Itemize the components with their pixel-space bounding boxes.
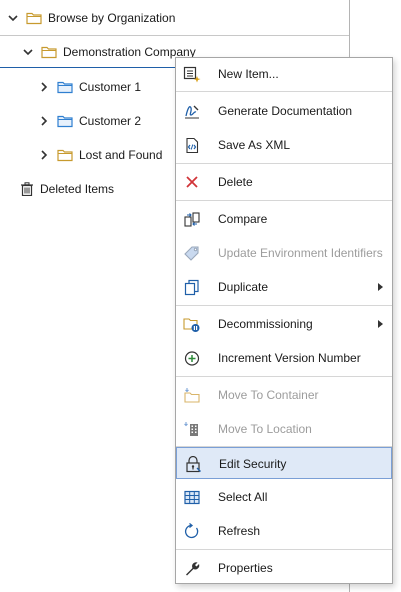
menu-item-label: New Item... bbox=[218, 67, 279, 81]
delete-x-icon bbox=[186, 176, 198, 188]
tree-node-label: Deleted Items bbox=[40, 182, 115, 196]
new-item-icon bbox=[183, 66, 201, 83]
tree-separator bbox=[0, 35, 349, 36]
menu-item-refresh[interactable]: Refresh bbox=[176, 515, 392, 547]
tree-node-deleted-items[interactable]: Deleted Items bbox=[20, 177, 114, 201]
menu-separator bbox=[176, 549, 392, 550]
chevron-right-icon[interactable] bbox=[37, 80, 51, 94]
chevron-right-icon[interactable] bbox=[37, 148, 51, 162]
tree-node-label: Browse by Organization bbox=[48, 11, 176, 25]
building-icon bbox=[184, 422, 198, 436]
compare-icon bbox=[184, 212, 200, 227]
wrench-icon bbox=[186, 562, 200, 576]
blue-folder-icon bbox=[57, 81, 73, 94]
menu-item-label: Select All bbox=[218, 490, 268, 504]
menu-separator bbox=[176, 91, 392, 92]
menu-item-label: Generate Documentation bbox=[218, 104, 353, 118]
menu-item-label: Duplicate bbox=[218, 280, 269, 294]
tree-node-customer-2[interactable]: Customer 2 bbox=[37, 109, 141, 133]
menu-item-move-to-location[interactable]: Move To Location bbox=[176, 413, 392, 445]
menu-item-label: Update Environment Identifiers bbox=[218, 246, 383, 260]
submenu-arrow-icon bbox=[378, 283, 383, 291]
chevron-right-icon[interactable] bbox=[37, 114, 51, 128]
submenu-arrow-icon bbox=[378, 320, 383, 328]
menu-item-label: Refresh bbox=[218, 524, 261, 538]
decommission-icon bbox=[183, 318, 200, 332]
menu-item-label: Decommissioning bbox=[218, 317, 313, 331]
refresh-icon bbox=[185, 523, 199, 539]
menu-item-increment-version-number[interactable]: Increment Version Number bbox=[176, 342, 392, 374]
menu-item-edit-security[interactable]: Edit Security bbox=[176, 447, 392, 479]
grid-icon bbox=[184, 490, 200, 505]
xml-icon bbox=[186, 137, 199, 154]
chevron-down-icon[interactable] bbox=[6, 11, 20, 25]
duplicate-icon bbox=[184, 279, 199, 296]
tree-node-browse-by-organization[interactable]: Browse by Organization bbox=[6, 6, 175, 30]
menu-item-compare[interactable]: Compare bbox=[176, 203, 392, 235]
menu-item-generate-documentation[interactable]: Generate Documentation bbox=[176, 95, 392, 127]
menu-item-label: Edit Security bbox=[219, 457, 287, 471]
move-container-icon bbox=[184, 388, 200, 403]
lock-icon bbox=[186, 456, 201, 473]
menu-separator bbox=[176, 163, 392, 164]
menu-item-delete[interactable]: Delete bbox=[176, 166, 392, 198]
tree-node-label: Customer 2 bbox=[79, 114, 142, 128]
plus-circle-icon bbox=[184, 351, 200, 366]
blue-folder-icon bbox=[57, 115, 73, 128]
folder-icon bbox=[26, 12, 42, 25]
menu-item-select-all[interactable]: Select All bbox=[176, 481, 392, 513]
tree-node-demonstration-company[interactable]: Demonstration Company bbox=[21, 40, 196, 64]
folder-icon bbox=[41, 46, 57, 59]
menu-item-decommissioning[interactable]: Decommissioning bbox=[176, 308, 392, 340]
menu-item-label: Save As XML bbox=[218, 138, 291, 152]
tag-icon bbox=[184, 246, 199, 261]
trash-icon bbox=[21, 182, 33, 196]
menu-separator bbox=[176, 376, 392, 377]
menu-item-label: Delete bbox=[218, 175, 253, 189]
menu-item-new-item[interactable]: New Item... bbox=[176, 58, 392, 90]
menu-item-label: Properties bbox=[218, 561, 273, 575]
tree-node-label: Customer 1 bbox=[79, 80, 142, 94]
signature-icon bbox=[185, 105, 199, 119]
tree-node-customer-1[interactable]: Customer 1 bbox=[37, 75, 141, 99]
menu-separator bbox=[176, 305, 392, 306]
menu-item-label: Compare bbox=[218, 212, 268, 226]
context-menu: New Item... Generate Documentation Save … bbox=[175, 57, 393, 584]
menu-item-properties[interactable]: Properties bbox=[176, 552, 392, 584]
menu-item-update-environment-identifiers[interactable]: Update Environment Identifiers bbox=[176, 237, 392, 269]
menu-item-label: Increment Version Number bbox=[218, 351, 361, 365]
chevron-down-icon[interactable] bbox=[21, 45, 35, 59]
folder-icon bbox=[57, 149, 73, 162]
menu-item-duplicate[interactable]: Duplicate bbox=[176, 271, 392, 303]
menu-item-label: Move To Container bbox=[218, 388, 319, 402]
tree-node-lost-and-found[interactable]: Lost and Found bbox=[37, 143, 162, 167]
menu-item-move-to-container[interactable]: Move To Container bbox=[176, 379, 392, 411]
menu-separator bbox=[176, 200, 392, 201]
menu-item-label: Move To Location bbox=[218, 422, 312, 436]
menu-item-save-as-xml[interactable]: Save As XML bbox=[176, 129, 392, 161]
tree-node-label: Lost and Found bbox=[79, 148, 163, 162]
